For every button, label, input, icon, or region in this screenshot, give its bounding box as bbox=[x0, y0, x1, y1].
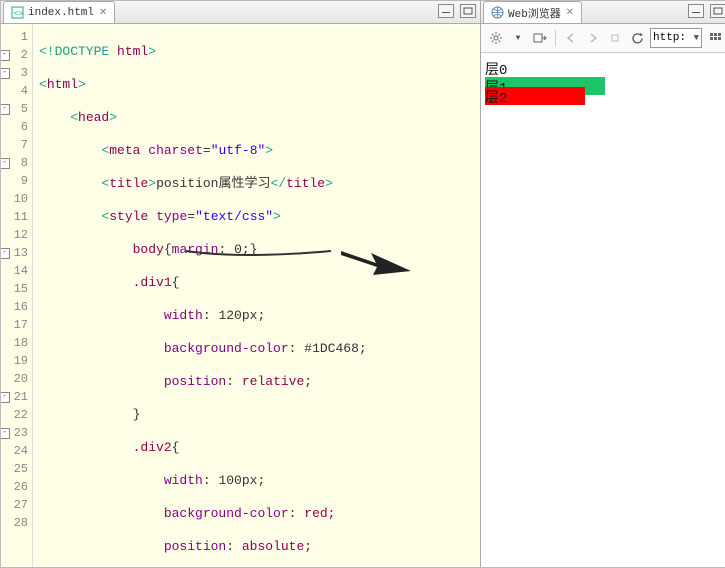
gear-icon[interactable] bbox=[487, 29, 505, 47]
line-number: 18 bbox=[1, 334, 28, 352]
browser-preview: 层0 层1 层2 bbox=[481, 53, 725, 567]
line-number: 28 bbox=[1, 514, 28, 532]
fold-toggle[interactable]: - bbox=[1, 104, 10, 115]
globe-icon bbox=[490, 6, 504, 20]
browser-toolbar: ▼ http: ▼ bbox=[481, 24, 725, 53]
fold-toggle[interactable]: - bbox=[1, 392, 10, 403]
line-number: 19 bbox=[1, 352, 28, 370]
maximize-pane-button[interactable] bbox=[460, 4, 476, 18]
editor-tabbar: <> index.html ✕ bbox=[1, 1, 480, 24]
fold-toggle[interactable]: - bbox=[1, 68, 10, 79]
line-number: 9 bbox=[1, 172, 28, 190]
url-input[interactable]: http: ▼ bbox=[650, 28, 702, 48]
browser-tabbar: Web浏览器 ✕ bbox=[481, 1, 725, 24]
line-number: 13- bbox=[1, 244, 28, 262]
fold-toggle[interactable]: - bbox=[1, 248, 10, 259]
close-icon[interactable]: ✕ bbox=[98, 8, 108, 18]
editor-body: 12-3-45-678-910111213-1415161718192021-2… bbox=[1, 24, 480, 567]
preview-layer0: 层0 bbox=[485, 59, 507, 79]
svg-text:<>: <> bbox=[13, 10, 23, 19]
line-number: 17 bbox=[1, 316, 28, 334]
toolbar-divider bbox=[555, 30, 556, 46]
editor-tab-label: index.html bbox=[28, 7, 94, 19]
fold-toggle[interactable]: - bbox=[1, 50, 10, 61]
editor-pane: <> index.html ✕ 12-3-45-678-910111213-14… bbox=[1, 1, 481, 567]
close-icon[interactable]: ✕ bbox=[565, 8, 575, 18]
line-number: 14 bbox=[1, 262, 28, 280]
line-number-gutter: 12-3-45-678-910111213-1415161718192021-2… bbox=[1, 24, 33, 567]
browser-tab[interactable]: Web浏览器 ✕ bbox=[483, 1, 582, 23]
line-number: 8- bbox=[1, 154, 28, 172]
code-area[interactable]: <!DOCTYPE html> <html> <head> <meta char… bbox=[33, 24, 480, 567]
html-file-icon: <> bbox=[10, 6, 24, 20]
line-number: 27 bbox=[1, 496, 28, 514]
minimize-pane-button[interactable] bbox=[438, 4, 454, 18]
browser-pane: Web浏览器 ✕ ▼ bbox=[481, 1, 725, 567]
fold-toggle[interactable]: - bbox=[1, 428, 10, 439]
browser-tab-label: Web浏览器 bbox=[508, 5, 561, 21]
line-number: 21- bbox=[1, 388, 28, 406]
preview-layer2: 层2 bbox=[485, 87, 585, 105]
line-number: 11 bbox=[1, 208, 28, 226]
back-button[interactable] bbox=[562, 29, 580, 47]
menu-grid-icon[interactable] bbox=[706, 29, 724, 47]
editor-tab-index[interactable]: <> index.html ✕ bbox=[3, 1, 115, 23]
dropdown-arrow-icon[interactable]: ▼ bbox=[509, 29, 527, 47]
url-scheme-text: http: bbox=[653, 32, 686, 44]
line-number: 2- bbox=[1, 46, 28, 64]
line-number: 7 bbox=[1, 136, 28, 154]
forward-button[interactable] bbox=[584, 29, 602, 47]
line-number: 26 bbox=[1, 478, 28, 496]
line-number: 4 bbox=[1, 82, 28, 100]
minimize-pane-button[interactable] bbox=[688, 4, 704, 18]
line-number: 15 bbox=[1, 280, 28, 298]
line-number: 22 bbox=[1, 406, 28, 424]
refresh-button[interactable] bbox=[628, 29, 646, 47]
stop-button[interactable] bbox=[606, 29, 624, 47]
line-number: 1 bbox=[1, 28, 28, 46]
go-url-button[interactable] bbox=[531, 29, 549, 47]
line-number: 23- bbox=[1, 424, 28, 442]
line-number: 10 bbox=[1, 190, 28, 208]
line-number: 12 bbox=[1, 226, 28, 244]
line-number: 20 bbox=[1, 370, 28, 388]
line-number: 16 bbox=[1, 298, 28, 316]
maximize-pane-button[interactable] bbox=[710, 4, 725, 18]
chevron-down-icon[interactable]: ▼ bbox=[694, 33, 699, 43]
line-number: 25 bbox=[1, 460, 28, 478]
line-number: 6 bbox=[1, 118, 28, 136]
line-number: 3- bbox=[1, 64, 28, 82]
fold-toggle[interactable]: - bbox=[1, 158, 10, 169]
line-number: 24 bbox=[1, 442, 28, 460]
line-number: 5- bbox=[1, 100, 28, 118]
